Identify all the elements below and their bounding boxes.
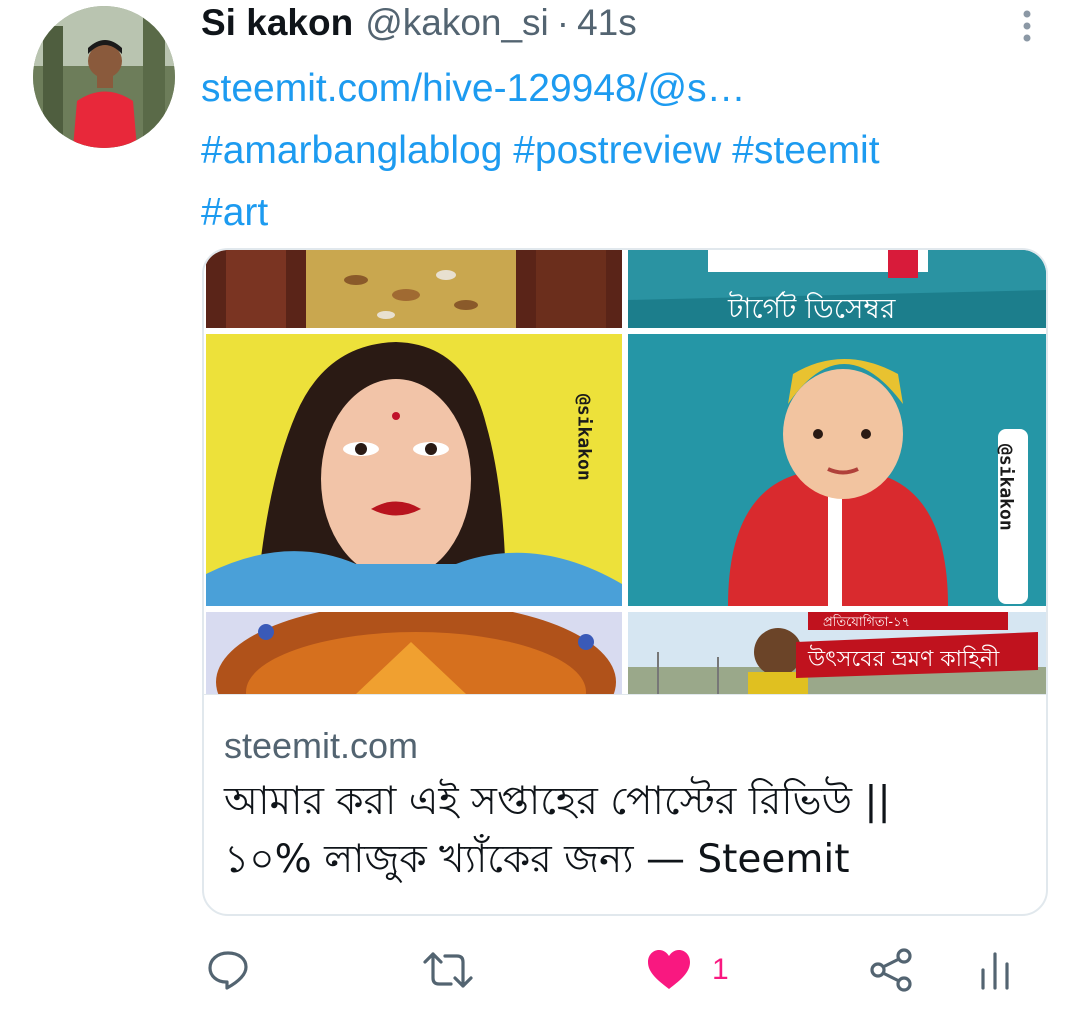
- like-count: 1: [712, 953, 729, 986]
- watermark-text: @sikakon: [996, 444, 1017, 531]
- tweet-text: steemit.com/hive-129948/@s… #amarbanglab…: [201, 58, 1051, 244]
- author-name[interactable]: Si kakon: [201, 2, 353, 44]
- reply-icon: [208, 951, 248, 990]
- separator-dot: ·: [556, 2, 570, 43]
- cake-image: [206, 612, 622, 694]
- share-button[interactable]: [868, 940, 914, 1000]
- like-button[interactable]: 1: [646, 940, 729, 1000]
- card-title-line-1: আমার করা এই সপ্তাহের পোস্টের রিভিউ ||: [224, 779, 891, 824]
- avatar[interactable]: [33, 6, 175, 148]
- tweet-header: Si kakon @kakon_si · 41s: [201, 2, 637, 48]
- travel-banner-image: প্রতিযোগিতা-১৭ উৎসবের ভ্রমণ কাহিনী: [628, 612, 1046, 694]
- image-mosaic[interactable]: টার্গেট ডিসেম্বর @sikakon @sikakon প্রতি…: [204, 250, 1046, 694]
- baby-portrait-art-image: @sikakon: [628, 334, 1046, 606]
- retweet-icon: [423, 952, 473, 988]
- banner-bengali-image: টার্গেট ডিসেম্বর: [628, 250, 1046, 328]
- share-icon: [870, 948, 912, 992]
- tweet-hashtag-art[interactable]: #art: [201, 182, 1051, 244]
- author-handle[interactable]: @kakon_si: [365, 2, 549, 44]
- banner-text-top: প্রতিযোগিতা-১৭: [823, 614, 910, 630]
- banner-text: টার্গেট ডিসেম্বর: [727, 291, 896, 325]
- card-meta[interactable]: steemit.com আমার করা এই সপ্তাহের পোস্টের…: [204, 694, 1046, 914]
- more-options-icon[interactable]: [1012, 8, 1042, 48]
- tweet-action-bar: 1: [0, 940, 1080, 1000]
- retweet-button[interactable]: [423, 940, 473, 1000]
- card-title: আমার করা এই সপ্তাহের পোস্টের রিভিউ || ১০…: [224, 773, 1024, 889]
- analytics-button[interactable]: [978, 940, 1012, 1000]
- watermark-text: @sikakon: [574, 394, 595, 481]
- woman-portrait-art-image: @sikakon: [206, 334, 622, 606]
- reply-button[interactable]: [206, 940, 250, 1000]
- avatar-image: [33, 6, 175, 148]
- food-dessert-image: [206, 250, 622, 328]
- link-preview-card[interactable]: টার্গেট ডিসেম্বর @sikakon @sikakon প্রতি…: [202, 248, 1048, 916]
- heart-filled-icon: [648, 950, 690, 989]
- tweet-timestamp[interactable]: 41s: [577, 2, 637, 44]
- tweet-hashtags[interactable]: #amarbanglablog #postreview #steemit: [201, 120, 1051, 182]
- card-domain: steemit.com: [224, 725, 419, 766]
- card-title-line-2: ১০% লাজুক খ্যাঁকের জন্য — Steemit: [224, 837, 850, 882]
- tweet-link[interactable]: steemit.com/hive-129948/@s…: [201, 58, 1051, 120]
- analytics-icon: [981, 952, 1009, 990]
- banner-text-main: উৎসবের ভ্রমণ কাহিনী: [807, 645, 1000, 672]
